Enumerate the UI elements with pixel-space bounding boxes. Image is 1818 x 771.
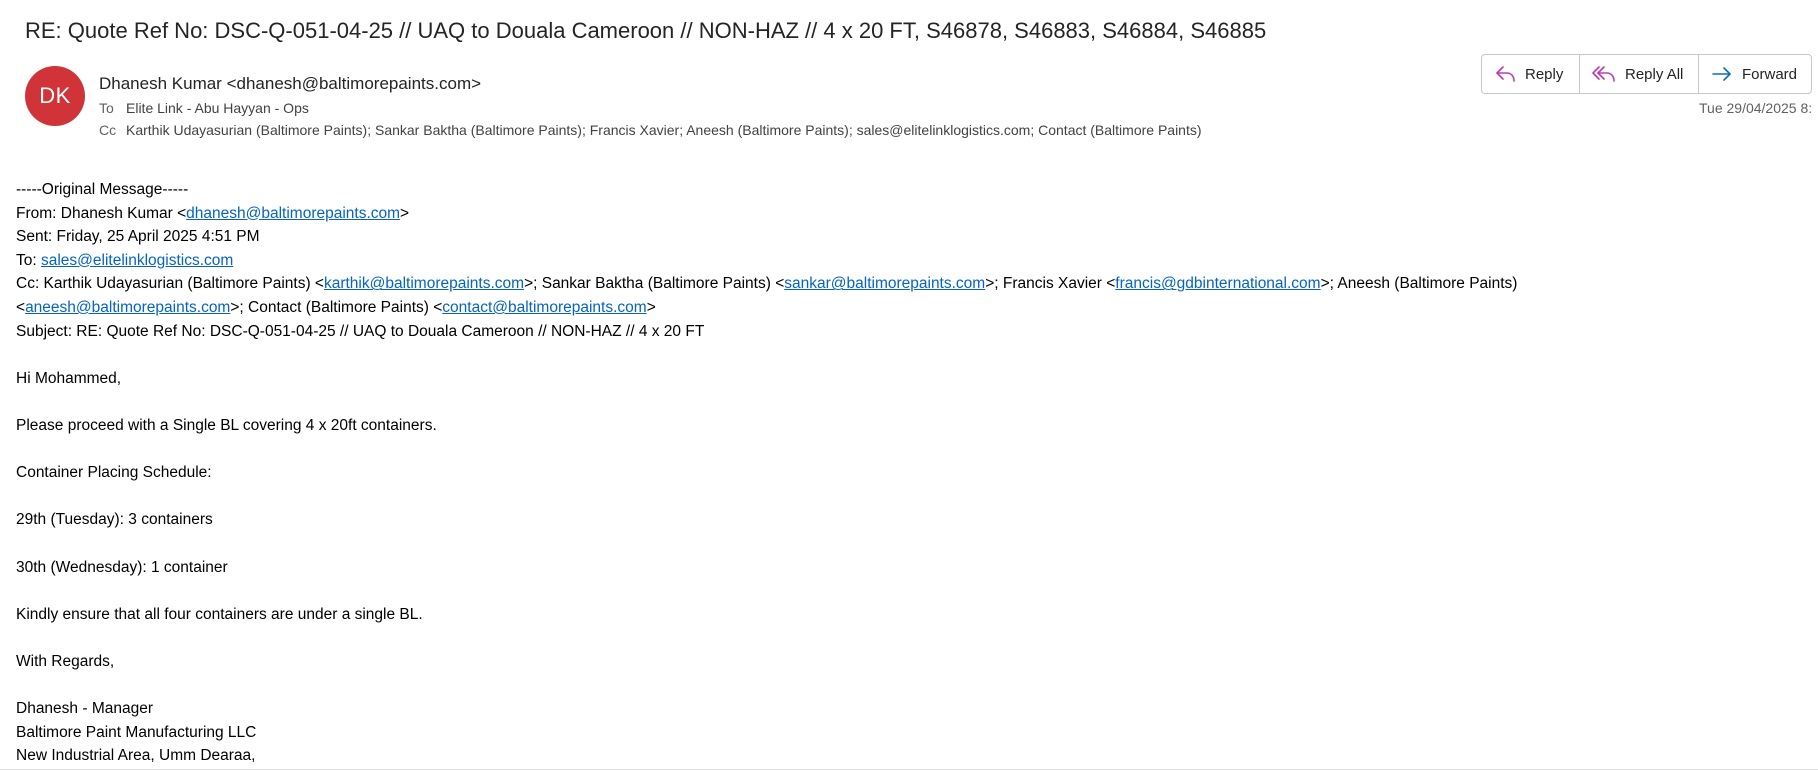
sender-name[interactable]: Dhanesh Kumar <dhanesh@baltimorepaints.c… bbox=[99, 74, 481, 94]
cc-email-link[interactable]: sankar@baltimorepaints.com bbox=[784, 275, 985, 292]
reply-all-label: Reply All bbox=[1625, 65, 1684, 83]
cc-text: < bbox=[16, 298, 26, 316]
cc-text: >; Francis Xavier < bbox=[985, 275, 1116, 293]
sender-avatar[interactable]: DK bbox=[25, 66, 85, 126]
original-subject-line: Subject: RE: Quote Ref No: DSC-Q-051-04-… bbox=[16, 322, 705, 340]
cc-email-link[interactable]: contact@baltimorepaints.com bbox=[442, 299, 646, 316]
from-suffix: > bbox=[400, 204, 410, 222]
cc-email-link[interactable]: aneesh@baltimorepaints.com bbox=[25, 299, 230, 316]
reply-icon bbox=[1494, 64, 1516, 84]
to-value[interactable]: Elite Link - Abu Hayyan - Ops bbox=[126, 100, 309, 116]
forward-arrow-icon bbox=[1711, 64, 1733, 84]
schedule-item: 30th (Wednesday): 1 container bbox=[16, 558, 228, 576]
bottom-divider bbox=[0, 769, 1818, 770]
cc-text: >; Sankar Baktha (Baltimore Paints) < bbox=[524, 275, 785, 293]
forward-label: Forward bbox=[1742, 65, 1798, 83]
cc-text: > bbox=[646, 298, 656, 316]
from-email-link[interactable]: dhanesh@baltimorepaints.com bbox=[186, 205, 400, 222]
original-message-header: -----Original Message----- bbox=[16, 181, 189, 198]
schedule-item: 29th (Tuesday): 3 containers bbox=[16, 511, 213, 529]
cc-recipients: Cc Karthik Udayasurian (Baltimore Paints)… bbox=[99, 122, 1202, 138]
cc-text: >; Contact (Baltimore Paints) < bbox=[230, 298, 443, 316]
avatar-initials: DK bbox=[39, 83, 71, 108]
cc-label: Cc bbox=[99, 122, 117, 138]
message-body: -----Original Message----- From: Dhanesh… bbox=[16, 178, 1796, 768]
email-reading-pane: RE: Quote Ref No: DSC-Q-051-04-25 // UAQ… bbox=[0, 0, 1818, 771]
cc-email-link[interactable]: francis@gdbinternational.com bbox=[1115, 275, 1320, 292]
body-paragraph: Please proceed with a Single BL covering… bbox=[16, 416, 437, 434]
signature-address: New Industrial Area, Umm Dearaa, bbox=[16, 747, 256, 765]
original-from-line: From: Dhanesh Kumar <dhanesh@baltimorepa… bbox=[16, 202, 1796, 226]
cc-value[interactable]: Karthik Udayasurian (Baltimore Paints); … bbox=[126, 122, 1202, 138]
cc-text: Cc: Karthik Udayasurian (Baltimore Paint… bbox=[16, 275, 324, 293]
original-cc-line: Cc: Karthik Udayasurian (Baltimore Paint… bbox=[16, 272, 1796, 296]
original-to-line: To: sales@elitelinklogistics.com bbox=[16, 249, 1796, 273]
original-cc-line-continued: <aneesh@baltimorepaints.com>; Contact (B… bbox=[16, 296, 1796, 320]
signature-name: Dhanesh - Manager bbox=[16, 700, 153, 718]
reply-button[interactable]: Reply bbox=[1482, 55, 1580, 93]
message-actions: Reply Reply All Forward bbox=[1481, 54, 1812, 94]
greeting: Hi Mohammed, bbox=[16, 369, 122, 387]
reply-label: Reply bbox=[1525, 65, 1564, 83]
closing: With Regards, bbox=[16, 652, 115, 670]
to-recipients: To Elite Link - Abu Hayyan - Ops bbox=[99, 100, 309, 116]
to-email-link[interactable]: sales@elitelinklogistics.com bbox=[41, 252, 233, 269]
email-subject: RE: Quote Ref No: DSC-Q-051-04-25 // UAQ… bbox=[25, 18, 1267, 43]
signature-company: Baltimore Paint Manufacturing LLC bbox=[16, 723, 257, 741]
cc-text: >; Aneesh (Baltimore Paints) bbox=[1320, 275, 1518, 293]
to-label: To bbox=[99, 100, 114, 116]
schedule-heading: Container Placing Schedule: bbox=[16, 464, 212, 482]
forward-button[interactable]: Forward bbox=[1699, 55, 1811, 93]
from-prefix: From: Dhanesh Kumar < bbox=[16, 204, 187, 222]
cc-email-link[interactable]: karthik@baltimorepaints.com bbox=[324, 275, 524, 292]
to-prefix: To: bbox=[16, 251, 41, 269]
reply-all-button[interactable]: Reply All bbox=[1580, 55, 1699, 93]
original-sent-line: Sent: Friday, 25 April 2025 4:51 PM bbox=[16, 228, 260, 246]
body-paragraph: Kindly ensure that all four containers a… bbox=[16, 605, 423, 623]
reply-all-icon bbox=[1592, 64, 1616, 84]
received-timestamp: Tue 29/04/2025 8: bbox=[1699, 100, 1813, 116]
